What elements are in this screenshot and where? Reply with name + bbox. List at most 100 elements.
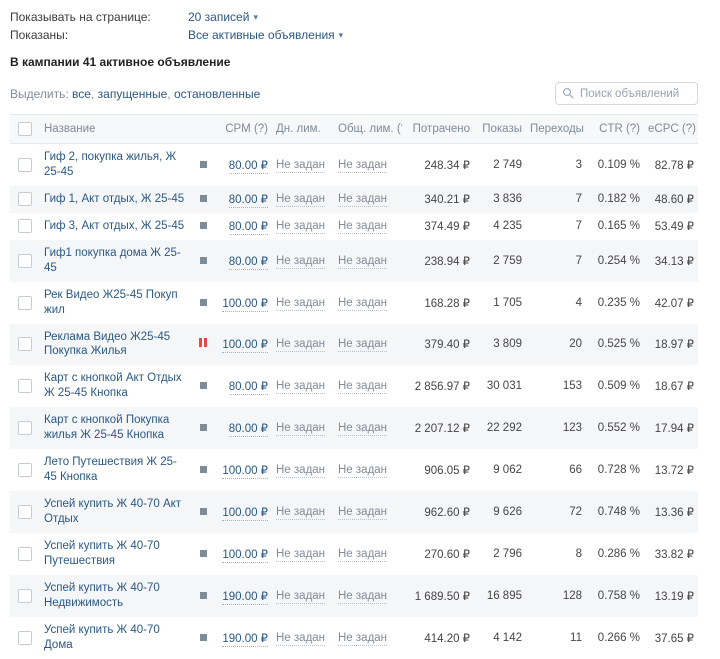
total-limit-value[interactable]: Не задан (338, 589, 388, 604)
cpm-value[interactable]: 100.00 ₽ (222, 548, 268, 563)
ad-name-link[interactable]: Реклама Видео Ж25-45 Покупка Жилья (44, 330, 186, 360)
cpm-value[interactable]: 100.00 ₽ (222, 465, 268, 480)
row-checkbox[interactable] (18, 463, 32, 478)
select-link[interactable]: все (72, 87, 91, 101)
row-checkbox[interactable] (18, 337, 32, 352)
ad-name-link[interactable]: Успей купить Ж 40-70 Путешествия (44, 539, 186, 569)
day-limit-value[interactable]: Не задан (276, 547, 326, 562)
total-limit-value[interactable]: Не задан (338, 296, 388, 311)
ad-status-cell (190, 365, 216, 407)
row-checkbox[interactable] (18, 379, 32, 394)
total-limit-cell: Не задан (334, 449, 402, 491)
day-limit-value[interactable]: Не задан (276, 338, 326, 353)
ad-status-cell (190, 324, 216, 366)
day-limit-value[interactable]: Не задан (276, 296, 326, 311)
total-limit-value[interactable]: Не задан (338, 193, 388, 208)
total-limit-value[interactable]: Не задан (338, 505, 388, 520)
day-limit-value[interactable]: Не задан (276, 380, 326, 395)
cpm-value[interactable]: 80.00 ₽ (228, 255, 268, 270)
row-checkbox[interactable] (18, 157, 32, 172)
stop-icon[interactable] (199, 222, 207, 230)
stop-icon[interactable] (199, 382, 207, 390)
day-limit-value[interactable]: Не задан (276, 193, 326, 208)
search-input[interactable] (555, 82, 698, 105)
ad-name-link[interactable]: Гиф 2, покупка жилья, Ж 25-45 (44, 150, 186, 180)
ad-name-link[interactable]: Успей купить Ж 40-70 Недвижимость (44, 581, 186, 611)
stop-icon[interactable] (199, 298, 207, 306)
row-checkbox[interactable] (18, 295, 32, 310)
spent-value: 379.40 ₽ (424, 339, 470, 352)
ad-name-link[interactable]: Гиф 1, Акт отдых, Ж 25-45 (44, 192, 186, 207)
total-limit-value[interactable]: Не задан (338, 158, 388, 173)
day-limit-value[interactable]: Не задан (276, 158, 326, 173)
shown-filter-dropdown[interactable]: Все активные объявления ▾ (188, 28, 343, 42)
row-checkbox[interactable] (18, 588, 32, 603)
total-limit-value[interactable]: Не задан (338, 380, 388, 395)
cpm-value[interactable]: 80.00 ₽ (228, 159, 268, 174)
ad-name-link[interactable]: Карт с кнопкой Покупка жилья Ж 25-45 Кно… (44, 413, 186, 443)
select-links-container: все, запущенные, остановленные (72, 86, 261, 101)
total-limit-value[interactable]: Не задан (338, 547, 388, 562)
day-limit-value[interactable]: Не задан (276, 589, 326, 604)
row-checkbox[interactable] (18, 630, 32, 645)
ctr-value: 0.235 % (597, 296, 640, 309)
select-link[interactable]: запущенные (98, 87, 168, 101)
cpm-value[interactable]: 80.00 ₽ (228, 194, 268, 209)
day-limit-cell: Не задан (272, 617, 334, 659)
row-checkbox[interactable] (18, 546, 32, 561)
total-limit-value[interactable]: Не задан (338, 422, 388, 437)
cpm-value[interactable]: 190.00 ₽ (222, 632, 268, 647)
total-limit-cell: Не задан (334, 617, 402, 659)
table-row: Реклама Видео Ж25-45 Покупка Жилья 100.00… (10, 323, 698, 366)
table-row: Гиф 1, Акт отдых, Ж 25-45 80.00 ₽ Не задан… (10, 185, 698, 213)
per-page-dropdown[interactable]: 20 записей ▾ (188, 10, 258, 24)
ad-name-link[interactable]: Успей купить Ж 40-70 Акт Отдых (44, 497, 186, 527)
select-link[interactable]: остановленные (174, 87, 260, 101)
day-limit-value[interactable]: Не задан (276, 422, 326, 437)
stop-icon[interactable] (199, 466, 207, 474)
stop-icon[interactable] (199, 424, 207, 432)
cpm-value[interactable]: 100.00 ₽ (222, 339, 268, 354)
stop-icon[interactable] (199, 160, 207, 168)
cpm-value[interactable]: 190.00 ₽ (222, 590, 268, 605)
cpm-value[interactable]: 100.00 ₽ (222, 506, 268, 521)
cpm-value[interactable]: 80.00 ₽ (228, 423, 268, 438)
select-all-checkbox[interactable] (18, 122, 32, 136)
ad-name-link[interactable]: Гиф 3, Акт отдых, Ж 25-45 (44, 219, 186, 234)
cpm-value[interactable]: 80.00 ₽ (228, 221, 268, 236)
day-limit-value[interactable]: Не задан (276, 254, 326, 269)
row-checkbox[interactable] (18, 219, 32, 234)
ad-name-link[interactable]: Гиф1 покупка дома Ж 25-45 (44, 246, 186, 276)
stop-icon[interactable] (199, 507, 207, 515)
total-limit-value[interactable]: Не задан (338, 631, 388, 646)
total-limit-value[interactable]: Не задан (338, 220, 388, 235)
ecpc-value: 37.65 ₽ (654, 632, 694, 645)
total-limit-value[interactable]: Не задан (338, 464, 388, 479)
row-checkbox[interactable] (18, 421, 32, 436)
cpm-value[interactable]: 80.00 ₽ (228, 381, 268, 396)
day-limit-value[interactable]: Не задан (276, 220, 326, 235)
row-checkbox[interactable] (18, 192, 32, 207)
ad-name-cell: Гиф 3, Акт отдых, Ж 25-45 (40, 213, 190, 240)
cpm-value[interactable]: 100.00 ₽ (222, 297, 268, 312)
ad-name-link[interactable]: Рек Видео Ж25-45 Покуп жил (44, 288, 186, 318)
row-checkbox[interactable] (18, 253, 32, 268)
ad-name-link[interactable]: Карт с кнопкой Акт Отдых Ж 25-45 Кнопка (44, 371, 186, 401)
ad-name-cell: Успей купить Ж 40-70 Акт Отдых (40, 491, 190, 533)
pause-icon[interactable] (199, 338, 207, 348)
day-limit-value[interactable]: Не задан (276, 505, 326, 520)
ad-name-link[interactable]: Лето Путешествия Ж 25-45 Кнопка (44, 455, 186, 485)
row-checkbox[interactable] (18, 504, 32, 519)
ad-name-link[interactable]: Успей купить Ж 40-70 Дома (44, 623, 186, 653)
ctr-value: 0.552 % (597, 422, 640, 435)
day-limit-value[interactable]: Не задан (276, 464, 326, 479)
stop-icon[interactable] (199, 591, 207, 599)
table-row: Гиф 3, Акт отдых, Ж 25-45 80.00 ₽ Не задан… (10, 213, 698, 240)
stop-icon[interactable] (199, 549, 207, 557)
day-limit-value[interactable]: Не задан (276, 631, 326, 646)
total-limit-value[interactable]: Не задан (338, 254, 388, 269)
stop-icon[interactable] (199, 195, 207, 203)
total-limit-value[interactable]: Не задан (338, 338, 388, 353)
stop-icon[interactable] (199, 256, 207, 264)
stop-icon[interactable] (199, 633, 207, 641)
